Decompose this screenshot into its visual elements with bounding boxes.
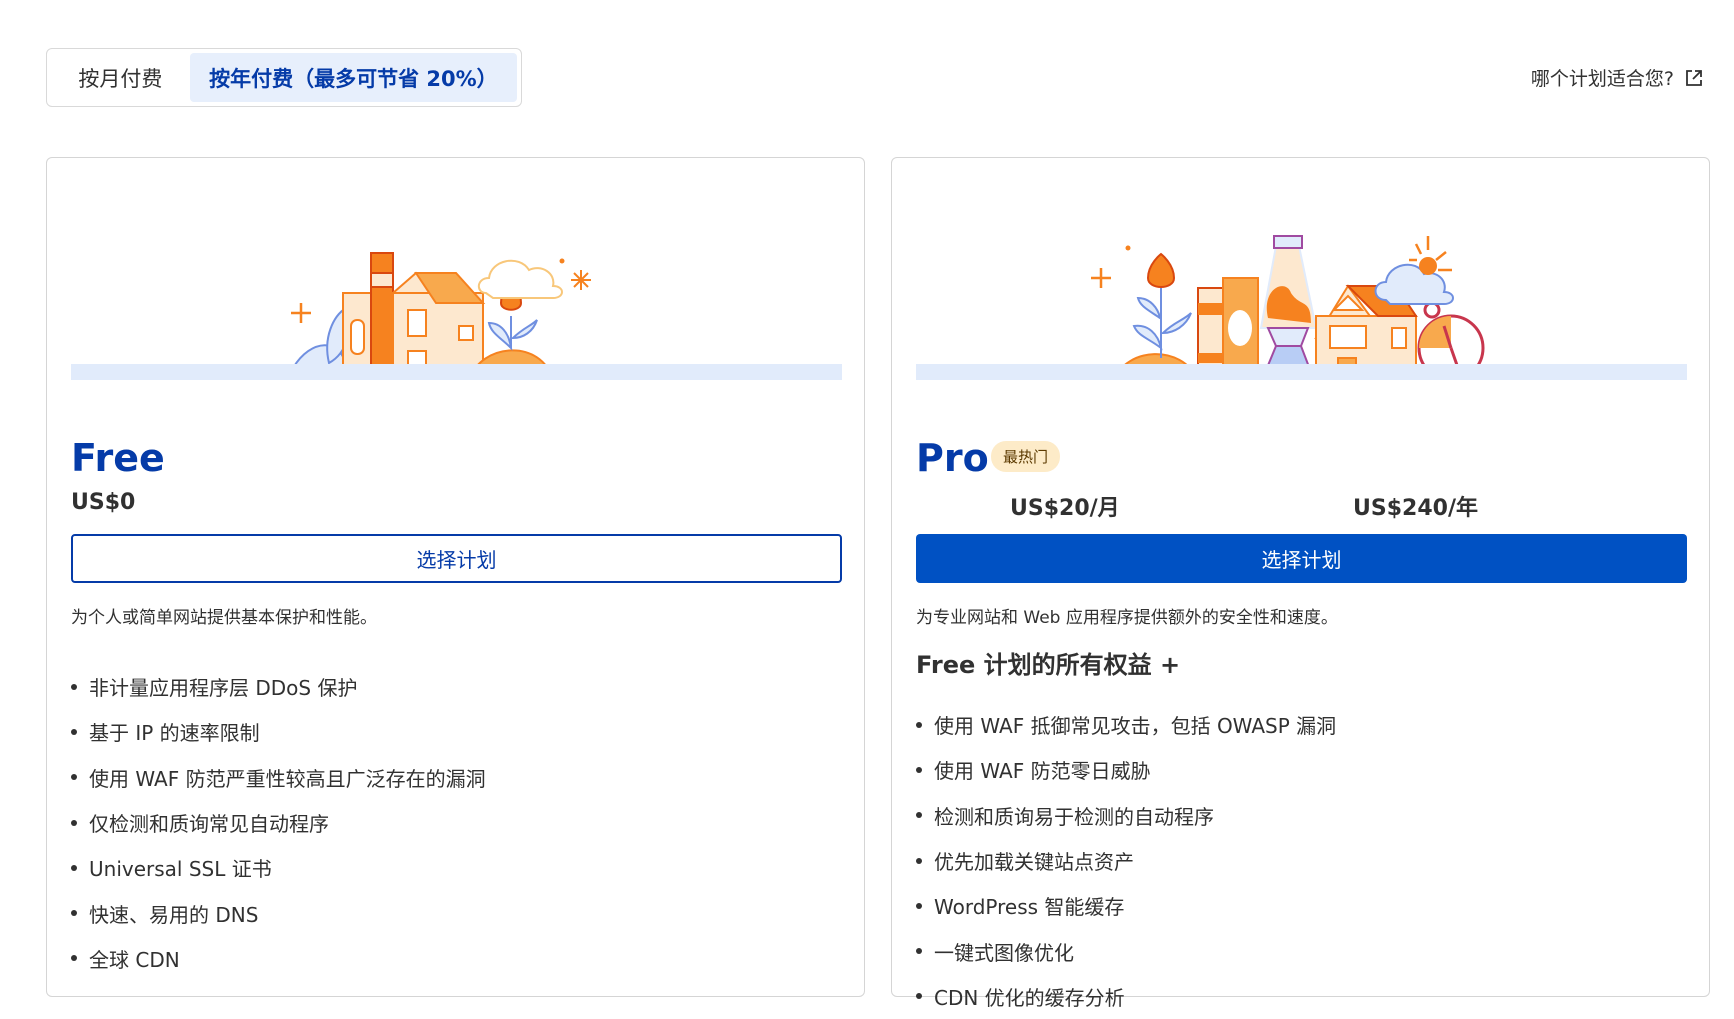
feature-item: 基于 IP 的速率限制 (71, 709, 486, 754)
illustration-ground (71, 364, 842, 380)
plan-price-yearly: US$240/年 (1353, 496, 1478, 521)
feature-list-free: 非计量应用程序层 DDoS 保护 基于 IP 的速率限制 使用 WAF 防范严重… (71, 664, 486, 981)
feature-item: WordPress 智能缓存 (916, 883, 1336, 928)
feature-item: Universal SSL 证书 (71, 845, 486, 890)
plan-description: 为个人或简单网站提供基本保护和性能。 (71, 608, 377, 628)
which-plan-link-label: 哪个计划适合您? (1530, 68, 1674, 90)
free-plan-illustration (71, 198, 842, 381)
feature-list-pro: 使用 WAF 抵御常见攻击，包括 OWASP 漏洞 使用 WAF 防范零日威胁 … (916, 702, 1336, 1019)
feature-item: 优先加载关键站点资产 (916, 838, 1336, 883)
feature-item: 一键式图像优化 (916, 928, 1336, 973)
pro-illustration-art (1091, 235, 1485, 382)
select-pro-plan-button[interactable]: 选择计划 (916, 534, 1687, 583)
select-free-plan-button[interactable]: 选择计划 (71, 534, 842, 583)
feature-item: 使用 WAF 防范零日威胁 (916, 747, 1336, 792)
monthly-billing-option[interactable]: 按月付费 (51, 53, 190, 102)
feature-item: 使用 WAF 抵御常见攻击，包括 OWASP 漏洞 (916, 702, 1336, 747)
free-illustration-art (291, 252, 591, 381)
feature-item: 仅检测和质询常见自动程序 (71, 800, 486, 845)
pro-plan-illustration (916, 198, 1687, 382)
plan-name: Free (71, 436, 165, 480)
most-popular-badge: 最热门 (991, 441, 1061, 472)
feature-item: 快速、易用的 DNS (71, 890, 486, 935)
feature-item: 使用 WAF 防范严重性较高且广泛存在的漏洞 (71, 755, 486, 800)
feature-item: 非计量应用程序层 DDoS 保护 (71, 664, 486, 709)
plan-card-free: Free US$0 选择计划 为个人或简单网站提供基本保护和性能。 非计量应用程… (46, 157, 865, 997)
annual-billing-option[interactable]: 按年付费（最多可节省 20%） (189, 53, 517, 102)
external-link-icon (1686, 69, 1702, 86)
feature-item: 检测和质询易于检测的自动程序 (916, 793, 1336, 838)
plan-price: US$0 (71, 490, 136, 515)
billing-toggle: 按月付费 按年付费（最多可节省 20%） (46, 48, 522, 107)
includes-heading: Free 计划的所有权益 + (916, 651, 1181, 679)
plan-price-monthly: US$20/月 (1010, 496, 1120, 521)
illustration-ground (916, 364, 1687, 380)
plan-description: 为专业网站和 Web 应用程序提供额外的安全性和速度。 (916, 608, 1338, 628)
plan-card-pro: Pro 最热门 US$20/月 US$240/年 选择计划 为专业网站和 Web… (891, 157, 1710, 1010)
plan-name: Pro (916, 436, 989, 480)
which-plan-link[interactable]: 哪个计划适合您? (1531, 64, 1704, 91)
feature-item: 全球 CDN (71, 936, 486, 981)
